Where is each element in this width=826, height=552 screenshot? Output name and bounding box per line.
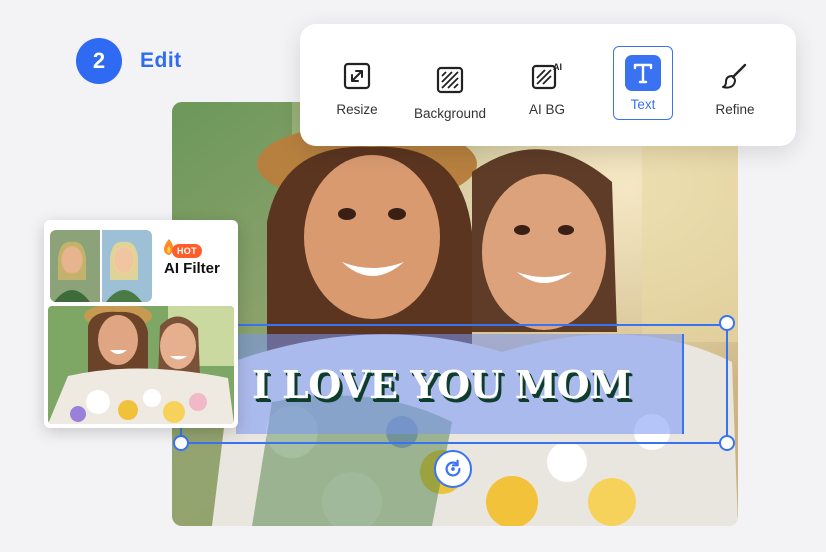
resize-icon <box>341 60 373 92</box>
rotate-icon <box>445 459 461 477</box>
ai-bg-icon: AI <box>531 60 563 92</box>
step-number-badge: 2 <box>76 38 122 84</box>
rotate-handle[interactable] <box>434 450 472 488</box>
text-icon <box>625 55 661 91</box>
resize-handle-bottom-right[interactable] <box>719 435 735 451</box>
before-after-thumbnail <box>50 230 152 302</box>
brush-icon <box>719 60 751 92</box>
text-tool-button[interactable]: Text <box>613 46 673 120</box>
refine-label: Refine <box>715 102 755 117</box>
step-header: 2 Edit <box>76 38 182 84</box>
ai-bg-tool-button[interactable]: AI AI BG <box>512 46 582 144</box>
ai-filter-title: AI Filter <box>164 260 220 277</box>
resize-tool-button[interactable]: Resize <box>322 46 392 144</box>
background-label: Background <box>413 106 487 121</box>
ai-filter-card[interactable]: HOT AI Filter <box>44 220 238 428</box>
step-label: Edit <box>140 49 182 72</box>
resize-handle-bottom-left[interactable] <box>173 435 189 451</box>
resize-label: Resize <box>336 102 378 117</box>
ai-filter-result-photo <box>48 306 234 424</box>
ai-bg-label: AI BG <box>528 102 565 117</box>
background-icon <box>434 64 466 96</box>
svg-text:AI: AI <box>553 62 562 72</box>
text-label: Text <box>630 97 656 112</box>
resize-handle-top-right[interactable] <box>719 315 735 331</box>
background-tool-button[interactable]: Background <box>414 46 486 144</box>
overlay-text[interactable]: I LOVE YOU MOM <box>252 362 631 407</box>
hot-badge: HOT <box>172 244 202 258</box>
edit-toolbar: Resize Background AI AI BG Text Refine <box>300 24 796 146</box>
refine-tool-button[interactable]: Refine <box>700 46 770 144</box>
editor-canvas: 2 Edit I LOVE YOU MOM Resize Background … <box>0 0 826 552</box>
